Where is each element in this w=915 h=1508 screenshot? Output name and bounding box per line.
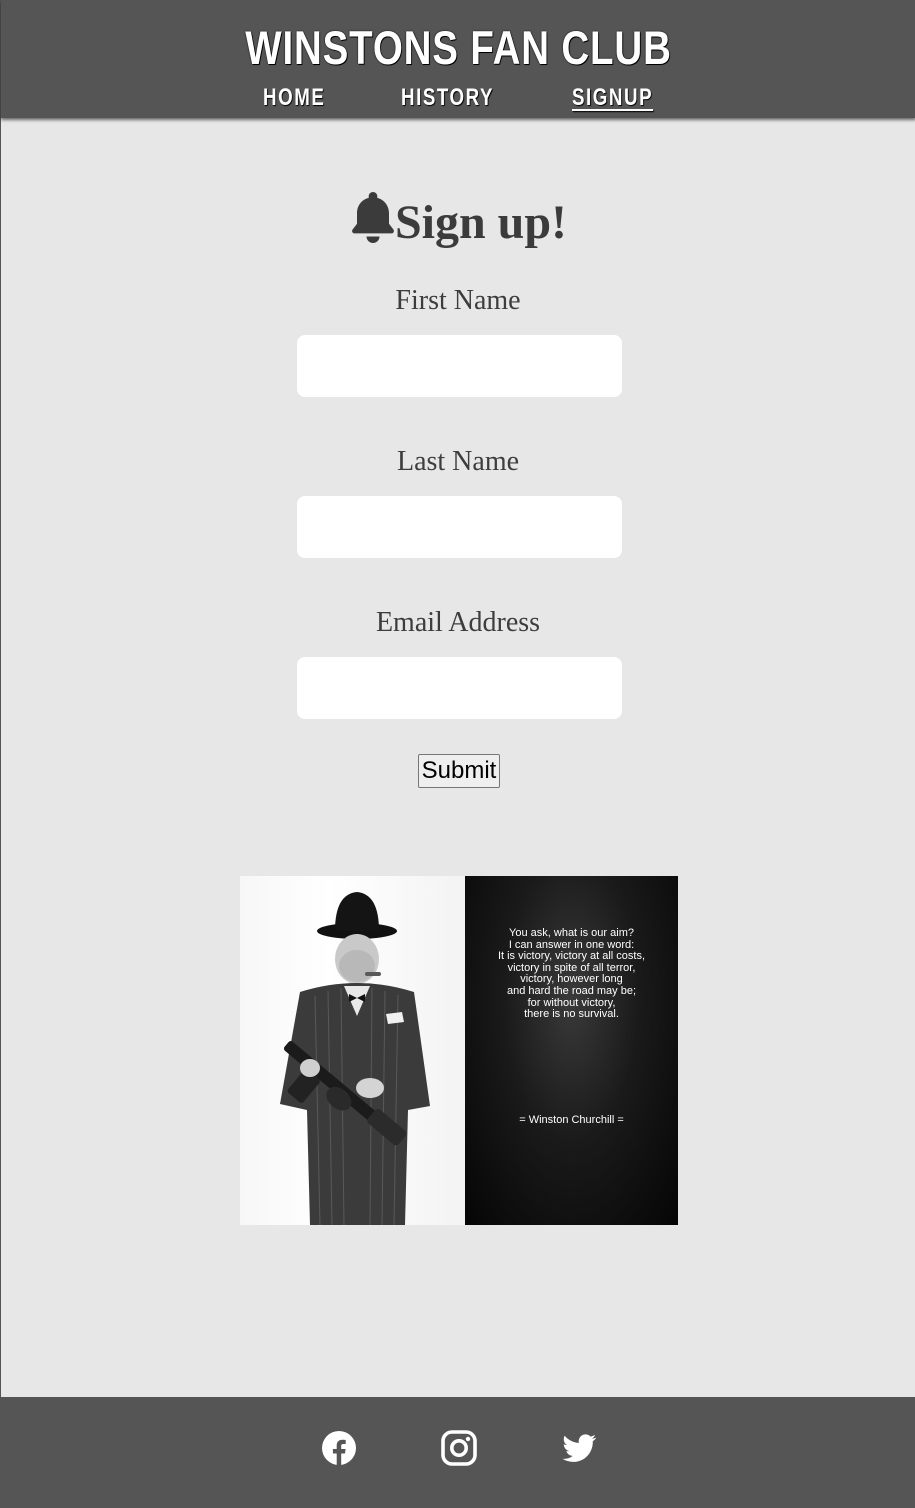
nav-history-link[interactable]: HISTORY: [401, 84, 494, 112]
email-address-label: Email Address: [375, 607, 541, 638]
facebook-icon[interactable]: [320, 1429, 358, 1467]
nav-home-link[interactable]: HOME: [263, 84, 325, 112]
email-address-input[interactable]: [297, 657, 622, 719]
site-footer: [1, 1397, 915, 1508]
quote-line: and hard the road may be;: [506, 984, 637, 997]
churchill-quote-poster: You ask, what is our aim? I can answer i…: [240, 876, 678, 1225]
quote-line: You ask, what is our aim?: [509, 927, 634, 939]
quote-attribution: = Winston Churchill =: [519, 1114, 624, 1126]
submit-button[interactable]: Submit: [418, 754, 500, 788]
nav-signup-link[interactable]: SIGNUP: [572, 84, 653, 112]
first-name-input[interactable]: [297, 335, 622, 397]
page: WINSTONS FAN CLUB HOME HISTORY SIGNUP Si…: [0, 0, 915, 1508]
quote-line: there is no survival.: [524, 1008, 619, 1021]
quote-panel: You ask, what is our aim? I can answer i…: [465, 876, 678, 1225]
main-nav: HOME HISTORY SIGNUP: [1, 84, 915, 114]
quote-text: You ask, what is our aim? I can answer i…: [465, 927, 678, 1021]
churchill-photo: [240, 876, 465, 1225]
site-header: WINSTONS FAN CLUB HOME HISTORY SIGNUP: [1, 0, 915, 118]
bell-icon: [349, 190, 397, 246]
twitter-icon[interactable]: [560, 1429, 598, 1467]
signup-heading: Sign up!: [1, 188, 915, 257]
heading-text: Sign up!: [394, 196, 568, 249]
site-title: WINSTONS FAN CLUB: [245, 21, 672, 74]
last-name-input[interactable]: [297, 496, 622, 558]
first-name-label: First Name: [395, 285, 521, 316]
instagram-icon[interactable]: [440, 1429, 478, 1467]
last-name-label: Last Name: [396, 446, 520, 477]
